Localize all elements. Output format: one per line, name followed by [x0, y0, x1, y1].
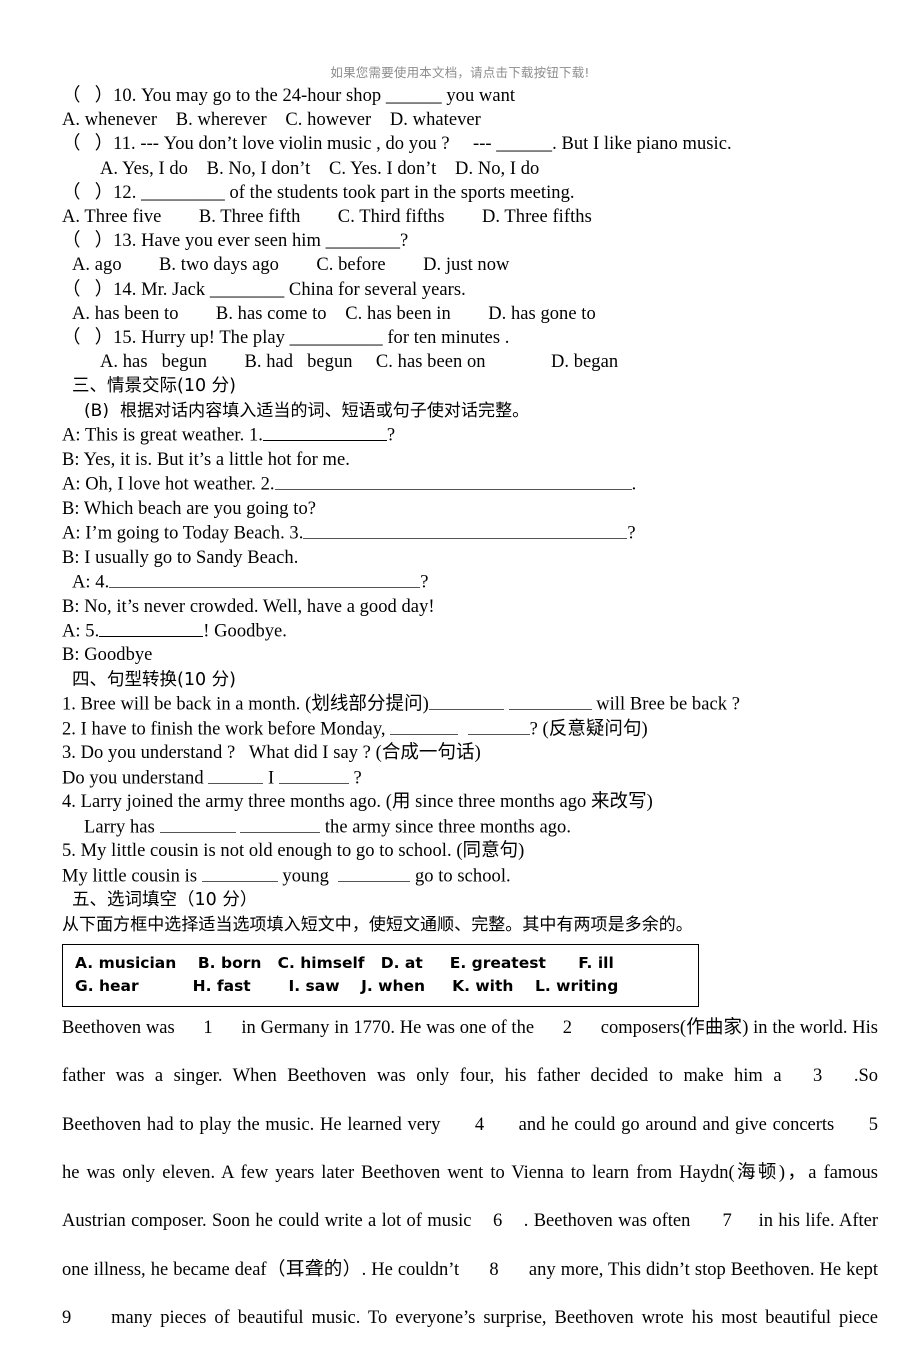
passage-line-4: he was only eleven. A few years later Be… [62, 1162, 878, 1183]
dialogue-line-10: B: Goodbye [62, 645, 153, 666]
passage-line-7: 9 many pieces of beautiful music. To eve… [62, 1308, 878, 1329]
passage-line-1: Beethoven was 1 in Germany in 1770. He w… [62, 1017, 878, 1038]
section-five-instruction: 从下面方框中选择适当选项填入短文中，使短文通顺、完整。其中有两项是多余的。 [62, 913, 878, 937]
section-five-instruction-text: 从下面方框中选择适当选项填入短文中，使短文通顺、完整。其中有两项是多余的。 [62, 914, 693, 935]
section-three-heading-text: 三、情景交际(10 分) [72, 376, 236, 397]
transform-item-2-tail: ? (反意疑问句) [529, 719, 648, 740]
transform-blank-2b[interactable] [467, 717, 530, 736]
question-stem-11: （ ）11. --- You don’t love violin music ,… [62, 134, 732, 155]
dialogue-blank-2[interactable] [274, 472, 632, 491]
transform-item-3-mid: I [263, 768, 279, 789]
passage-line-5: Austrian composer. Soon he could write a… [62, 1211, 878, 1232]
multiple-choice-section: （ ）10. You may go to the 24-hour shop __… [62, 84, 878, 374]
transform-item-2: 2. I have to finish the work before Mond… [62, 717, 878, 742]
dialogue-line-1-text: A: This is great weather. 1. [62, 425, 263, 446]
dialogue-line-9-text: A: 5. [62, 621, 100, 642]
transform-blank-1b[interactable] [508, 692, 592, 711]
transform-blank-4a[interactable] [159, 815, 236, 834]
download-watermark-text: 如果您需要使用本文档，请点击下载按钮下载! [330, 65, 590, 80]
dialogue-line-2: B: Yes, it is. But it’s a little hot for… [62, 449, 350, 470]
section-three-heading: 三、情景交际(10 分) [62, 374, 878, 398]
transform-item-5-tail: go to school. [410, 866, 511, 887]
question-options-10: A. whenever B. wherever C. however D. wh… [62, 110, 481, 131]
section-three: 三、情景交际(10 分) (B) 根据对话内容填入适当的词、短语或句子使对话完整… [62, 374, 878, 667]
transform-item-4-answer: Larry has the army since three months ag… [62, 815, 878, 840]
question-options-14: A. has been to B. has come to C. has bee… [72, 303, 596, 324]
transform-blank-5b[interactable] [338, 864, 411, 883]
transform-item-3-answer-text: Do you understand [62, 768, 209, 789]
transform-blank-3b[interactable] [278, 766, 349, 785]
dialogue-blank-5[interactable] [99, 619, 204, 638]
dialogue-line-3-tail: . [631, 474, 637, 495]
section-three-instruction-text: (B) 根据对话内容填入适当的词、短语或句子使对话完整。 [84, 400, 530, 421]
passage-line-6: one illness, he became deaf（耳聋的）. He cou… [62, 1259, 878, 1280]
dialogue-line-1-tail: ? [386, 425, 396, 446]
dialogue-line-4: B: Which beach are you going to? [62, 498, 317, 519]
transform-item-4-tail: the army since three months ago. [320, 817, 571, 838]
section-four: 四、句型转换(10 分) 1. Bree will be back in a m… [62, 668, 878, 889]
question-stem-13: （ ）13. Have you ever seen him ________? [62, 231, 409, 252]
dialogue-line-9-tail: ! Goodbye. [203, 621, 287, 642]
transform-item-5-mid: young [277, 866, 334, 887]
question-stem-14: （ ）14. Mr. Jack ________ China for sever… [62, 279, 466, 300]
transform-blank-2a[interactable] [390, 717, 459, 736]
transform-blank-5a[interactable] [201, 864, 278, 883]
dialogue-line-5: A: I’m going to Today Beach. 3.? [62, 521, 878, 546]
dialogue-line-5-text: A: I’m going to Today Beach. 3. [62, 523, 304, 544]
dialogue-line-5-tail: ? [627, 523, 636, 544]
passage-line-3: Beethoven had to play the music. He lear… [62, 1114, 878, 1135]
transform-item-4-answer-text: Larry has [84, 817, 160, 838]
question-options-12: A. Three five B. Three fifth C. Third fi… [62, 207, 592, 228]
transform-blank-3a[interactable] [208, 766, 264, 785]
cloze-passage: Beethoven was 1 in Germany in 1770. He w… [62, 1016, 878, 1355]
section-four-heading: 四、句型转换(10 分) [62, 668, 878, 692]
dialogue-line-8: B: No, it’s never crowded. Well, have a … [62, 596, 435, 617]
transform-item-5: 5. My little cousin is not old enough to… [62, 841, 525, 862]
transform-item-5-answer-text: My little cousin is [62, 866, 202, 887]
transform-item-3-answer: Do you understand I ? [62, 766, 878, 791]
question-stem-10: （ ）10. You may go to the 24-hour shop __… [62, 86, 516, 106]
transform-item-3: 3. Do you understand ? What did I say ? … [62, 743, 481, 764]
transform-item-5-answer: My little cousin is young go to school. [62, 864, 878, 889]
dialogue-blank-3[interactable] [303, 521, 628, 540]
dialogue-line-6: B: I usually go to Sandy Beach. [62, 547, 299, 568]
transform-item-1: 1. Bree will be back in a month. (划线部分提问… [62, 692, 878, 717]
dialogue-line-9: A: 5. ! Goodbye. [62, 619, 878, 644]
section-three-instruction: (B) 根据对话内容填入适当的词、短语或句子使对话完整。 [62, 399, 878, 423]
transform-item-2-text: 2. I have to finish the work before Mond… [62, 719, 391, 740]
transform-item-1-tail: will Bree be back ? [591, 694, 740, 715]
dialogue-line-7-text: A: 4. [72, 572, 110, 593]
dialogue-line-3: A: Oh, I love hot weather. 2.. [62, 472, 878, 497]
section-four-heading-text: 四、句型转换(10 分) [72, 669, 236, 690]
transform-item-4: 4. Larry joined the army three months ag… [62, 792, 653, 813]
dialogue-blank-4[interactable] [109, 570, 421, 589]
question-stem-12: （ ）12. _________ of the students took pa… [62, 182, 575, 203]
question-options-13: A. ago B. two days ago C. before D. just… [72, 255, 510, 276]
word-bank-row-1: A. musician B. born C. himself D. at E. … [75, 953, 614, 972]
question-stem-15: （ ）15. Hurry up! The play __________ for… [62, 328, 510, 349]
dialogue-line-7: A: 4.? [62, 570, 878, 595]
exam-paper-page: 如果您需要使用本文档，请点击下载按钮下载! （ ）10. You may go … [0, 0, 920, 1328]
section-five-heading: 五、选词填空（10 分） [62, 888, 878, 912]
passage-line-2: father was a singer. When Beethoven was … [62, 1066, 878, 1087]
word-bank-box: A. musician B. born C. himself D. at E. … [62, 943, 699, 1007]
transform-blank-4b[interactable] [240, 815, 321, 834]
dialogue-line-1: A: This is great weather. 1.? [62, 423, 878, 448]
section-five: 五、选词填空（10 分） 从下面方框中选择适当选项填入短文中，使短文通顺、完整。… [62, 888, 878, 1354]
question-options-15: A. has begun B. had begun C. has been on… [100, 352, 619, 373]
question-options-11: A. Yes, I do B. No, I don’t C. Yes. I do… [100, 158, 540, 179]
dialogue-blank-1[interactable] [262, 423, 387, 442]
dialogue-line-7-tail: ? [420, 572, 429, 593]
section-five-heading-text: 五、选词填空（10 分） [72, 890, 258, 911]
transform-item-1-text: 1. Bree will be back in a month. (划线部分提问… [62, 694, 429, 715]
transform-item-3-tail: ? [348, 768, 362, 789]
transform-blank-1a[interactable] [428, 692, 504, 711]
word-bank-row-2: G. hear H. fast I. saw J. when K. with L… [75, 976, 619, 995]
dialogue-line-3-text: A: Oh, I love hot weather. 2. [62, 474, 275, 495]
document-content: （ ）10. You may go to the 24-hour shop __… [62, 84, 878, 1355]
